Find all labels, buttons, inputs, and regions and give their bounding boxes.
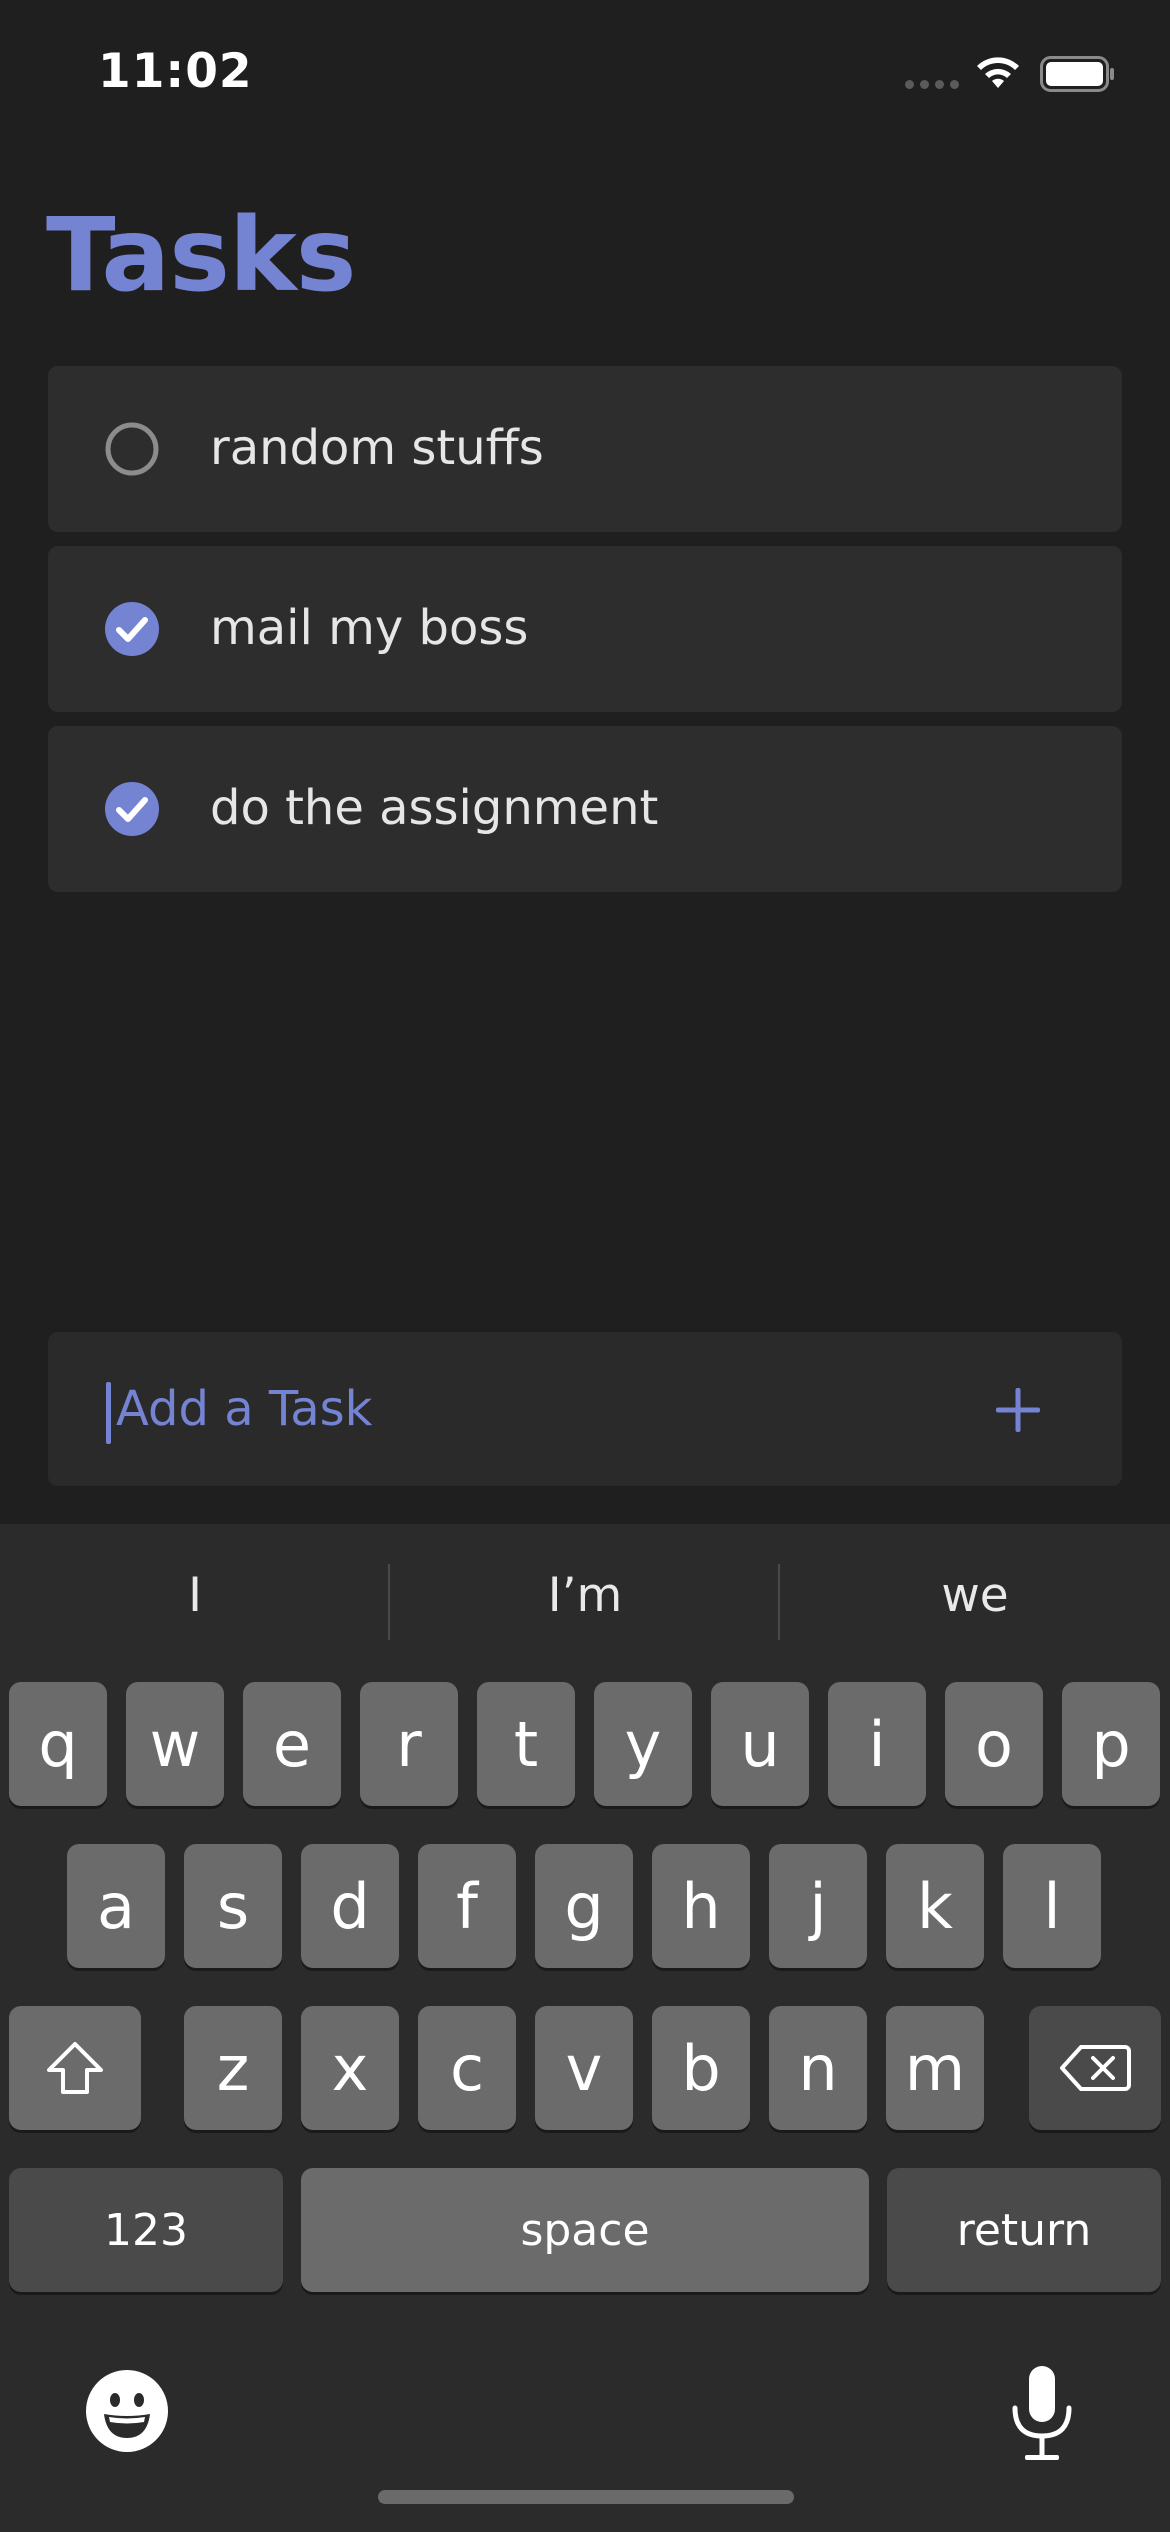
suggestion-bar: I I’m we [0,1524,1170,1680]
checkmark-circle-icon[interactable] [104,601,160,657]
add-task-input[interactable] [104,1374,936,1444]
key-n[interactable]: n [769,2006,867,2130]
unchecked-circle-icon[interactable] [104,421,160,477]
key-e[interactable]: e [243,1682,341,1806]
key-c[interactable]: c [418,2006,516,2130]
plus-icon [996,1388,1040,1432]
key-y[interactable]: y [594,1682,692,1806]
task-list: random stuffs mail my boss do the assign… [48,366,1122,906]
space-key[interactable]: space [301,2168,869,2292]
tasks-screen: 11:02 Tasks random stuffs mail my boss d… [0,0,1170,2532]
suggestion-item[interactable]: we [780,1568,1170,1623]
backspace-icon [1060,2045,1131,2091]
task-label: random stuffs [210,420,544,476]
key-j[interactable]: j [769,1844,867,1968]
return-key[interactable]: return [887,2168,1161,2292]
suggestion-item[interactable]: I [0,1568,390,1623]
home-indicator [378,2490,794,2504]
task-label: do the assignment [210,780,659,836]
key-d[interactable]: d [301,1844,399,1968]
status-bar: 11:02 [0,0,1170,150]
numbers-key[interactable]: 123 [9,2168,283,2292]
key-i[interactable]: i [828,1682,926,1806]
add-task-button[interactable] [978,1370,1058,1450]
microphone-icon[interactable] [1005,2364,1079,2464]
key-k[interactable]: k [886,1844,984,1968]
checkmark-circle-icon[interactable] [104,781,160,837]
key-g[interactable]: g [535,1844,633,1968]
shift-arrow-icon [47,2042,103,2094]
task-item[interactable]: mail my boss [48,546,1122,712]
battery-icon [1040,56,1114,92]
key-p[interactable]: p [1062,1682,1160,1806]
key-q[interactable]: q [9,1682,107,1806]
add-task-bar [48,1332,1122,1486]
emoji-icon[interactable] [84,2368,170,2454]
status-time: 11:02 [98,44,253,99]
task-item[interactable]: random stuffs [48,366,1122,532]
key-a[interactable]: a [67,1844,165,1968]
text-cursor [106,1382,111,1444]
key-h[interactable]: h [652,1844,750,1968]
key-u[interactable]: u [711,1682,809,1806]
delete-key[interactable] [1029,2006,1161,2130]
key-l[interactable]: l [1003,1844,1101,1968]
shift-key[interactable] [9,2006,141,2130]
key-t[interactable]: t [477,1682,575,1806]
key-o[interactable]: o [945,1682,1043,1806]
key-b[interactable]: b [652,2006,750,2130]
key-z[interactable]: z [184,2006,282,2130]
wifi-icon [977,57,1019,88]
key-m[interactable]: m [886,2006,984,2130]
cellular-signal-icon [905,80,959,89]
key-v[interactable]: v [535,2006,633,2130]
key-f[interactable]: f [418,1844,516,1968]
key-r[interactable]: r [360,1682,458,1806]
key-s[interactable]: s [184,1844,282,1968]
suggestion-item[interactable]: I’m [390,1568,780,1623]
task-label: mail my boss [210,600,529,656]
task-item[interactable]: do the assignment [48,726,1122,892]
key-x[interactable]: x [301,2006,399,2130]
page-title: Tasks [46,196,357,315]
key-w[interactable]: w [126,1682,224,1806]
